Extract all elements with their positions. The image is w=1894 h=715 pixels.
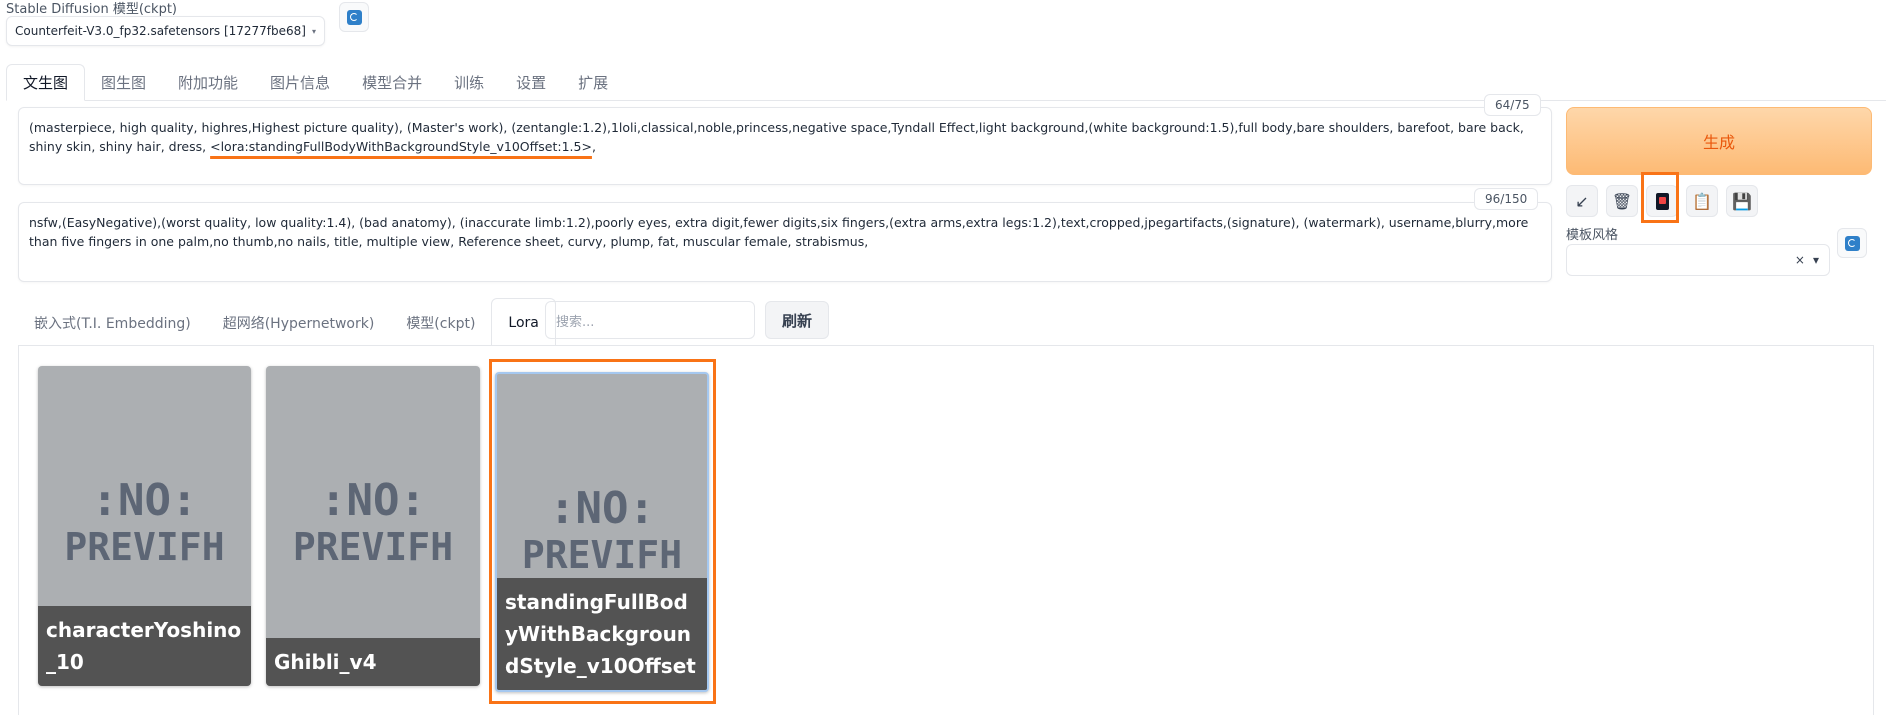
tab-checkpoint[interactable]: 模型(ckpt) (390, 299, 491, 346)
tab-extras[interactable]: 附加功能 (162, 65, 254, 100)
save-style-button[interactable]: 💾 (1726, 185, 1758, 217)
tab-png-info[interactable]: 图片信息 (254, 65, 346, 100)
tab-train[interactable]: 训练 (438, 65, 500, 100)
no-preview-image: :NO: PREVIFH (292, 475, 454, 570)
lora-card-name: Ghibli_v4 (266, 638, 480, 686)
tab-settings[interactable]: 设置 (500, 65, 562, 100)
positive-token-counter: 64/75 (1484, 94, 1541, 116)
network-refresh-button[interactable]: 刷新 (765, 301, 829, 339)
arrow-icon: ↙ (1575, 191, 1589, 211)
extra-network-tabs: 嵌入式(T.I. Embedding) 超网络(Hypernetwork) 模型… (18, 298, 556, 347)
chevron-down-icon: ▾ (1812, 253, 1819, 267)
trash-icon: 🗑 (1611, 191, 1633, 211)
clipboard-icon: 📋 (1692, 191, 1712, 211)
read-params-button[interactable]: ↙ (1566, 185, 1598, 217)
negative-prompt-input[interactable]: nsfw,(EasyNegative),(worst quality, low … (18, 202, 1552, 282)
model-select[interactable]: Counterfeit-V3.0_fp32.safetensors [17277… (6, 16, 325, 46)
clear-icon[interactable]: × (1795, 253, 1805, 267)
refresh-model-button[interactable] (339, 2, 369, 32)
model-select-value: Counterfeit-V3.0_fp32.safetensors [17277… (15, 24, 306, 38)
chevron-down-icon: ▾ (311, 26, 316, 36)
tab-embedding[interactable]: 嵌入式(T.I. Embedding) (18, 299, 207, 346)
tab-txt2img[interactable]: 文生图 (6, 64, 86, 101)
tab-checkpoint-merger[interactable]: 模型合并 (346, 65, 438, 100)
tab-img2img[interactable]: 图生图 (85, 65, 162, 100)
tab-extensions[interactable]: 扩展 (562, 65, 624, 100)
refresh-icon (1844, 235, 1860, 251)
style-label: 模板风格 (1566, 228, 1619, 243)
positive-prompt-input[interactable]: (masterpiece, high quality, highres,High… (18, 107, 1552, 185)
refresh-styles-button[interactable] (1837, 228, 1867, 258)
clear-prompt-button[interactable]: 🗑 (1606, 185, 1638, 217)
negative-prompt-text: nsfw,(EasyNegative),(worst quality, low … (29, 215, 1529, 249)
negative-token-counter: 96/150 (1474, 188, 1539, 210)
save-icon: 💾 (1732, 191, 1752, 211)
generate-button[interactable]: 生成 (1566, 107, 1872, 175)
lora-token: <lora:standingFullBodyWithBackgroundStyl… (210, 139, 592, 154)
lora-card[interactable]: :NO: PREVIFH characterYoshino_10 (38, 366, 251, 686)
tab-hypernetwork[interactable]: 超网络(Hypernetwork) (207, 299, 391, 346)
model-label: Stable Diffusion 模型(ckpt) (6, 2, 178, 17)
no-preview-image: :NO: PREVIFH (64, 475, 225, 570)
network-search-input[interactable]: 搜索... (545, 301, 755, 339)
highlight-box (489, 359, 716, 704)
highlight-box (1641, 172, 1679, 223)
apply-style-button[interactable]: 📋 (1686, 185, 1718, 217)
style-select[interactable]: × ▾ (1566, 244, 1830, 276)
lora-card[interactable]: :NO: PREVIFH Ghibli_v4 (266, 366, 480, 686)
lora-card-name: characterYoshino_10 (38, 606, 251, 686)
refresh-icon (346, 9, 362, 25)
positive-prompt-tail: , (591, 139, 596, 154)
main-tabs: 文生图 图生图 附加功能 图片信息 模型合并 训练 设置 扩展 (6, 64, 1886, 101)
